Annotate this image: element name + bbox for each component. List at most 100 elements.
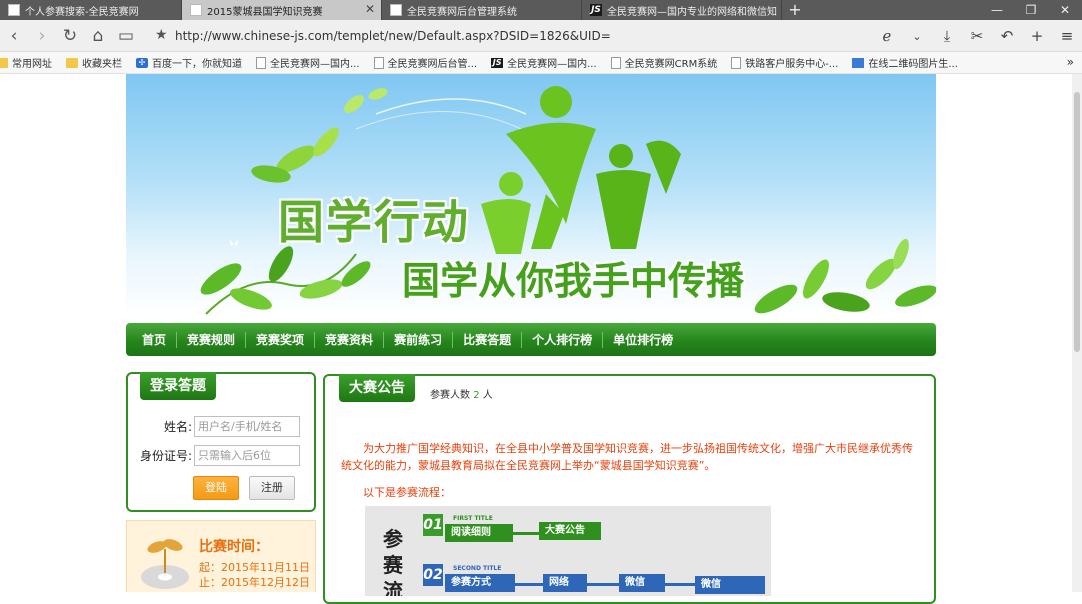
bookmark-item[interactable]: 收藏夹栏 <box>66 55 122 70</box>
step-option: 微信 <box>695 576 765 594</box>
add-icon[interactable]: + <box>1022 27 1052 45</box>
address-bar: ‹ › ↻ ⌂ ▭ ★ http://www.chinese-js.com/te… <box>0 20 1082 52</box>
close-window-icon[interactable]: ✕ <box>1048 0 1082 20</box>
bookmark-label: 全民竞赛网CRM系统 <box>624 59 718 70</box>
flow-arrow <box>587 583 619 586</box>
nav-rules[interactable]: 竞赛规则 <box>177 331 247 348</box>
vertical-scrollbar[interactable] <box>1072 74 1082 592</box>
id-row: 身份证号: <box>136 445 300 466</box>
step-label: 参赛方式 <box>445 574 515 592</box>
banner-slogan: 国学从你我手中传播 <box>402 259 745 303</box>
announcement-panel: 大赛公告 参赛人数 2 人 为大力推广国学经典知识，在全县中小学普及国学知识竞赛… <box>323 374 936 604</box>
id-number-input[interactable] <box>194 445 300 466</box>
bookmark-item[interactable]: 全民竞赛网CRM系统 <box>610 55 718 70</box>
chevron-down-icon[interactable]: ⌄ <box>902 30 932 43</box>
forward-icon[interactable]: › <box>28 26 56 46</box>
login-title: 登录答题 <box>140 372 216 400</box>
tab-title: 个人参赛搜索-全民竞赛网 <box>25 6 139 18</box>
tab-title: 全民竞赛网—国内专业的网络和微信知 <box>607 6 777 18</box>
login-button[interactable]: 登陆 <box>193 476 239 500</box>
browser-tab-bar: 个人参赛搜索-全民竞赛网 2015蒙城县国学知识竞赛 ✕ 全民竞赛网后台管理系统… <box>0 0 1082 20</box>
bookmark-item[interactable]: ✣ 百度一下，你就知道 <box>136 55 242 70</box>
tab-title: 全民竞赛网后台管理系统 <box>407 6 517 18</box>
cut-icon[interactable]: ✂ <box>962 27 992 45</box>
refresh-icon[interactable]: ↻ <box>56 26 84 46</box>
id-label: 身份证号: <box>139 449 192 463</box>
flow-vertical-title: 参赛流 <box>383 527 403 596</box>
paw-icon: ✣ <box>136 57 148 68</box>
tab-title: 2015蒙城县国学知识竞赛 <box>207 6 323 18</box>
flow-arrow <box>665 583 695 586</box>
new-tab-button[interactable]: + <box>782 0 808 20</box>
nav-home[interactable]: 首页 <box>132 331 178 348</box>
step-caption: SECOND TITLE <box>453 565 502 572</box>
nav-awards[interactable]: 竞赛奖项 <box>246 331 316 348</box>
step-caption: FIRST TITLE <box>453 515 493 522</box>
count-value: 2 <box>473 390 480 401</box>
scrollbar-thumb[interactable] <box>1074 92 1080 352</box>
bookmark-item[interactable]: 全民竞赛网—国内... <box>256 55 360 70</box>
header-banner: 国学行动 国学从你我手中传播 <box>126 74 936 316</box>
bookmark-label: 全民竞赛网—国内... <box>507 59 597 70</box>
bookmarks-bar: 常用网址 收藏夹栏 ✣ 百度一下，你就知道 全民竞赛网—国内... 全民竞赛网后… <box>0 52 1082 74</box>
nav-answer[interactable]: 比赛答题 <box>453 331 523 348</box>
browser-tab-4[interactable]: JS 全民竞赛网—国内专业的网络和微信知 <box>582 0 782 20</box>
nav-practice[interactable]: 赛前练习 <box>384 331 454 348</box>
step-option: 网络 <box>543 574 587 592</box>
match-time-title: 比赛时间： <box>199 539 269 555</box>
bookmark-item[interactable]: 在线二维码图片生... <box>852 55 958 70</box>
reading-view-icon[interactable]: ▭ <box>112 26 140 46</box>
bookmark-label: 常用网址 <box>12 59 52 70</box>
bookmark-label: 百度一下，你就知道 <box>152 59 242 70</box>
participant-count: 参赛人数 2 人 <box>430 386 493 401</box>
count-suffix: 人 <box>482 390 493 401</box>
bookmark-label: 铁路客户服务中心-... <box>745 59 839 70</box>
ie-mode-icon[interactable]: ℯ <box>872 27 902 45</box>
bookmark-label: 在线二维码图片生... <box>868 59 958 70</box>
close-icon[interactable]: ✕ <box>365 2 375 16</box>
favorite-star-icon[interactable]: ★ <box>155 27 168 43</box>
minimize-icon[interactable]: — <box>980 0 1014 20</box>
name-input[interactable] <box>194 416 300 437</box>
folder-icon <box>0 57 8 68</box>
page-icon <box>8 4 20 16</box>
menu-icon[interactable]: ≡ <box>1052 27 1082 45</box>
page-icon <box>731 56 742 69</box>
name-label: 姓名: <box>163 420 192 434</box>
step-number: 02 <box>423 564 443 586</box>
home-icon[interactable]: ⌂ <box>84 26 112 46</box>
back-icon[interactable]: ‹ <box>0 26 28 46</box>
bookmark-item[interactable]: 全民竞赛网后台管... <box>373 55 478 70</box>
download-icon[interactable]: ⤓ <box>932 27 962 45</box>
announcement-title: 大赛公告 <box>339 374 415 402</box>
bookmark-item[interactable]: JS 全民竞赛网—国内... <box>491 55 597 70</box>
folder-icon <box>66 57 78 68</box>
nav-materials[interactable]: 竞赛资料 <box>315 331 385 348</box>
url-field[interactable]: http://www.chinese-js.com/templet/new/De… <box>175 29 611 43</box>
page-icon <box>610 56 621 69</box>
undo-icon[interactable]: ↶ <box>992 27 1022 45</box>
nav-personal-ranking[interactable]: 个人排行榜 <box>522 331 604 348</box>
more-bookmarks-icon[interactable]: » <box>1067 55 1074 69</box>
match-time-panel: 比赛时间： 起：2015年11月11日 止：2015年12月12日 <box>126 520 316 592</box>
page-icon <box>373 56 384 69</box>
register-button[interactable]: 注册 <box>249 476 295 500</box>
browser-tab-3[interactable]: 全民竞赛网后台管理系统 <box>382 0 582 20</box>
bookmark-label: 全民竞赛网后台管... <box>387 59 478 70</box>
main-nav: 首页 竞赛规则 竞赛奖项 竞赛资料 赛前练习 比赛答题 个人排行榜 单位排行榜 <box>126 323 936 356</box>
nav-unit-ranking[interactable]: 单位排行榜 <box>603 332 683 348</box>
count-prefix: 参赛人数 <box>430 390 470 401</box>
browser-tab-2-active[interactable]: 2015蒙城县国学知识竞赛 ✕ <box>182 0 382 20</box>
browser-tab-1[interactable]: 个人参赛搜索-全民竞赛网 <box>0 0 182 20</box>
bookmark-item[interactable]: 铁路客户服务中心-... <box>731 55 838 70</box>
bookmark-item[interactable]: 常用网址 <box>0 55 52 70</box>
bookmark-label: 收藏夹栏 <box>82 59 122 70</box>
step-label: 阅读细则 <box>445 524 513 542</box>
page-icon <box>256 56 266 69</box>
name-row: 姓名: <box>136 416 300 437</box>
page-icon <box>390 4 402 16</box>
login-panel: 登录答题 姓名: 身份证号: 登陆 注册 <box>126 372 316 512</box>
restore-icon[interactable]: ❐ <box>1014 0 1048 20</box>
js-icon: JS <box>491 57 504 68</box>
match-start-date: 起：2015年11月11日 <box>199 561 310 574</box>
